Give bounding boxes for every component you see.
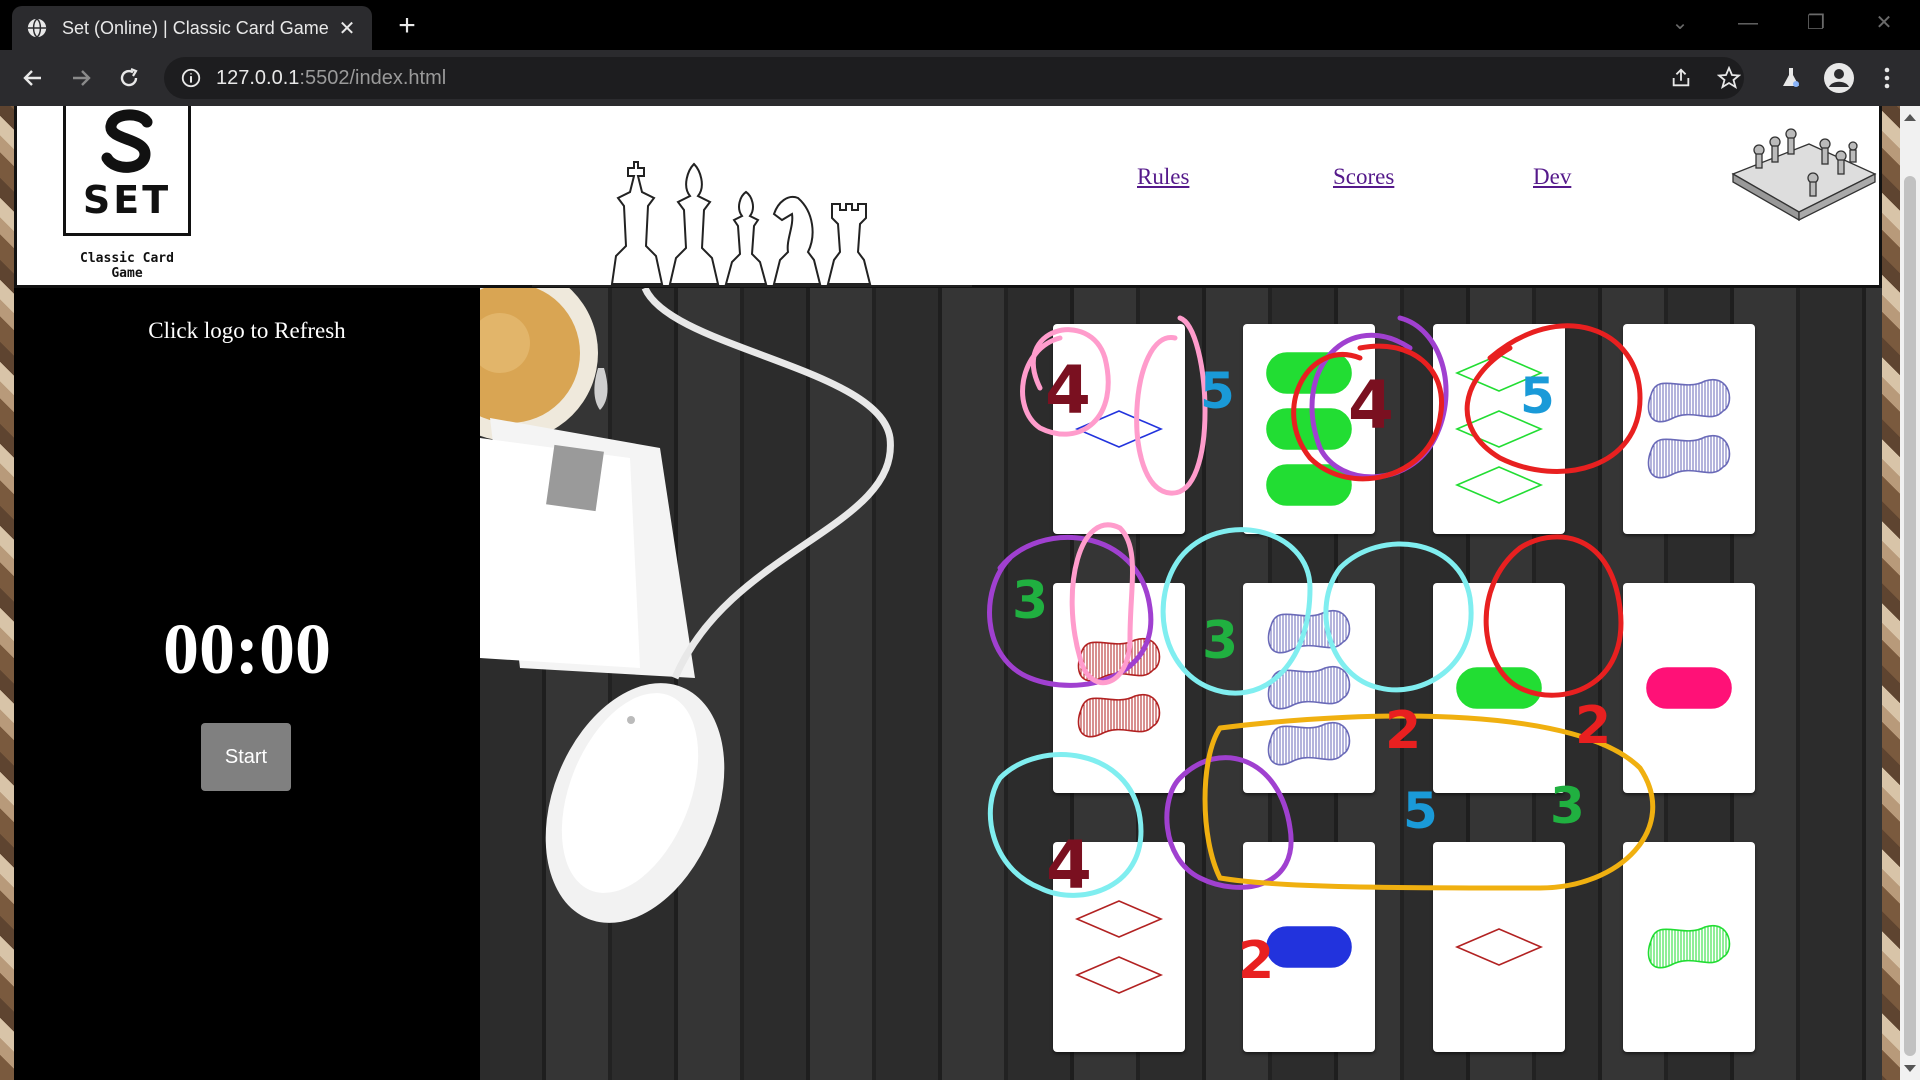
reload-icon[interactable] (112, 61, 146, 95)
window-close-icon[interactable]: ✕ (1864, 8, 1904, 38)
bookmark-star-icon[interactable] (1712, 61, 1746, 95)
scroll-thumb[interactable] (1904, 176, 1916, 1056)
refresh-hint: Click logo to Refresh (148, 318, 346, 343)
forward-icon[interactable] (64, 61, 98, 95)
chess-pieces-illustration (532, 161, 972, 287)
scroll-up-icon[interactable] (1904, 114, 1916, 121)
chessboard-illustration (1731, 128, 1877, 222)
logo-tagline: Classic Card Game (80, 251, 174, 281)
nav-link-scores[interactable]: Scores (1333, 164, 1394, 190)
labs-flask-icon[interactable] (1774, 61, 1808, 95)
back-icon[interactable] (16, 61, 50, 95)
nav-link-dev[interactable]: Dev (1533, 164, 1571, 190)
page-scrollbar[interactable] (1900, 106, 1920, 1080)
tab-title: Set (Online) | Classic Card Game (62, 17, 329, 38)
nav-link-rules[interactable]: Rules (1137, 164, 1189, 190)
card-symbol-squiggle (1077, 637, 1161, 682)
restore-icon[interactable]: ❐ (1796, 8, 1836, 38)
set-card[interactable] (1243, 324, 1375, 534)
set-card[interactable] (1053, 324, 1185, 534)
card-symbol-diamond (1454, 466, 1544, 504)
card-symbol-squiggle (1647, 924, 1731, 969)
menu-kebab-icon[interactable] (1870, 61, 1904, 95)
url-path: :5502/index.html (299, 66, 447, 89)
tab-search-icon[interactable]: ⌄ (1660, 8, 1700, 38)
card-symbol-oval (1266, 464, 1352, 506)
set-s-logo-icon (101, 109, 153, 173)
card-symbol-oval (1456, 667, 1542, 709)
card-symbol-squiggle (1077, 693, 1161, 738)
start-button[interactable]: Start (201, 723, 291, 791)
scroll-down-icon[interactable] (1904, 1065, 1916, 1072)
globe-icon (27, 18, 47, 38)
card-symbol-squiggle (1267, 721, 1351, 766)
set-card[interactable] (1053, 842, 1185, 1052)
card-symbol-squiggle (1267, 665, 1351, 710)
set-card[interactable] (1623, 583, 1755, 793)
set-card[interactable] (1623, 324, 1755, 534)
card-symbol-diamond (1074, 956, 1164, 994)
game-sidebar: Click logo to Refresh 00:00 Start (14, 288, 480, 1080)
card-symbol-diamond (1074, 900, 1164, 938)
site-header: SET Classic Card Game Rules Scores Dev (14, 106, 1882, 288)
card-symbol-diamond (1074, 410, 1164, 448)
page-viewport: SET Classic Card Game Rules Scores Dev C… (0, 106, 1920, 1080)
card-symbol-oval (1646, 667, 1732, 709)
set-card[interactable] (1053, 583, 1185, 793)
address-bar[interactable]: 127.0.0.1:5502/index.html (164, 57, 1744, 99)
card-symbol-squiggle (1267, 609, 1351, 654)
browser-tabbar: Set (Online) | Classic Card Game ✕ + ⌄ —… (0, 0, 1920, 50)
card-symbol-diamond (1454, 354, 1544, 392)
profile-avatar-icon[interactable] (1822, 61, 1856, 95)
card-symbol-squiggle (1647, 378, 1731, 423)
game-table: 4 5 4 5 3 3 2 2 4 2 5 3 (480, 288, 1882, 1080)
set-card[interactable] (1243, 842, 1375, 1052)
card-symbol-oval (1266, 408, 1352, 450)
card-symbol-squiggle (1647, 434, 1731, 479)
set-card[interactable] (1623, 842, 1755, 1052)
card-symbol-diamond (1454, 928, 1544, 966)
card-symbol-oval (1266, 352, 1352, 394)
set-logo[interactable]: SET Classic Card Game (63, 106, 193, 282)
set-card[interactable] (1433, 324, 1565, 534)
logo-text: SET (82, 178, 172, 222)
close-tab-icon[interactable]: ✕ (336, 17, 358, 40)
set-card[interactable] (1433, 842, 1565, 1052)
browser-tab[interactable]: Set (Online) | Classic Card Game ✕ (12, 6, 372, 50)
minimize-icon[interactable]: — (1728, 8, 1768, 38)
card-grid (480, 288, 1882, 1080)
new-tab-button[interactable]: + (392, 11, 422, 42)
url-host: 127.0.0.1 (216, 66, 300, 89)
site-info-icon[interactable] (180, 67, 202, 89)
game-timer: 00:00 (163, 609, 331, 689)
set-card[interactable] (1243, 583, 1375, 793)
set-card[interactable] (1433, 583, 1565, 793)
browser-toolbar: 127.0.0.1:5502/index.html (0, 50, 1920, 106)
card-symbol-diamond (1454, 410, 1544, 448)
card-symbol-oval (1266, 926, 1352, 968)
share-icon[interactable] (1664, 61, 1698, 95)
